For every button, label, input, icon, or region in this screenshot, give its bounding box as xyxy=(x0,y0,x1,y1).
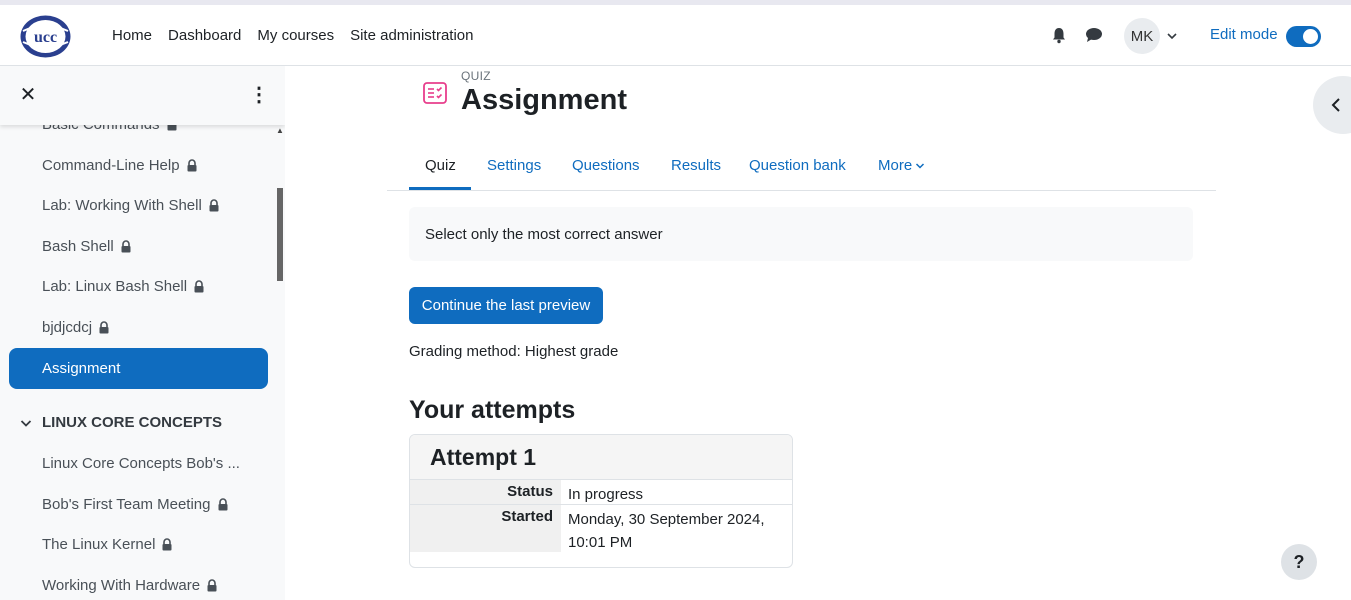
nav-site-administration[interactable]: Site administration xyxy=(350,27,473,44)
module-type-label: QUIZ xyxy=(461,69,491,83)
list-item[interactable]: Bash Shell xyxy=(42,238,132,255)
chevron-down-icon[interactable] xyxy=(1166,31,1178,41)
edit-mode-label: Edit mode xyxy=(1210,26,1278,43)
attempt-title: Attempt 1 xyxy=(430,444,537,470)
continue-preview-button[interactable]: Continue the last preview xyxy=(409,287,603,324)
top-navbar: ucc Home Dashboard My courses Site admin… xyxy=(0,0,1351,66)
drawer-header: ✕ ⋮ xyxy=(0,66,285,125)
table-row: Status In progress xyxy=(410,480,792,505)
lock-icon xyxy=(218,498,227,511)
lock-icon xyxy=(162,538,172,551)
attempts-heading: Your attempts xyxy=(409,396,576,424)
list-item-label: The Linux Kernel xyxy=(42,536,156,553)
list-item-label: Bash Shell xyxy=(42,238,114,255)
list-item-label: Lab: Linux Bash Shell xyxy=(42,278,188,295)
tab-settings[interactable]: Settings xyxy=(487,140,541,191)
tab-quiz[interactable]: Quiz xyxy=(425,140,456,191)
open-block-drawer-button[interactable] xyxy=(1313,76,1351,134)
help-button[interactable]: ? xyxy=(1281,544,1317,580)
site-logo[interactable]: ucc xyxy=(19,13,72,60)
nav-home[interactable]: Home xyxy=(112,27,152,44)
quiz-intro: Select only the most correct answer xyxy=(409,207,1193,261)
list-item-label: Bob's First Team Meeting xyxy=(42,496,211,513)
started-value: Monday, 30 September 2024, 10:01 PM xyxy=(568,511,765,551)
attempt-summary-card: Attempt 1 Status In progress Started Mon… xyxy=(409,434,793,568)
bell-icon[interactable] xyxy=(1050,26,1068,44)
tab-question-bank[interactable]: Question bank xyxy=(749,140,846,191)
started-label: Started xyxy=(410,505,561,552)
course-index-drawer: Basic Commands Command-Line Help Lab: Wo… xyxy=(0,66,285,600)
list-item-label: bjdjcdcj xyxy=(42,319,93,336)
tab-questions[interactable]: Questions xyxy=(572,140,640,191)
chat-icon[interactable] xyxy=(1084,26,1104,44)
nav-my-courses[interactable]: My courses xyxy=(257,27,334,44)
lock-icon xyxy=(99,321,109,334)
lock-icon xyxy=(121,240,131,253)
drawer-scrollbar[interactable] xyxy=(277,188,283,281)
attempt-card-header: Attempt 1 xyxy=(410,435,792,480)
list-item-active[interactable]: Assignment xyxy=(9,348,268,389)
tab-more-label: More xyxy=(878,157,913,174)
list-item-label: Command-Line Help xyxy=(42,157,180,174)
close-icon[interactable]: ✕ xyxy=(17,84,39,106)
tab-results[interactable]: Results xyxy=(671,140,721,191)
list-item[interactable]: Linux Core Concepts Bob's ... xyxy=(42,455,240,472)
list-item[interactable]: The Linux Kernel xyxy=(42,536,173,553)
lock-icon xyxy=(194,280,204,293)
page-title: Assignment xyxy=(461,84,627,116)
list-item-label: Lab: Working With Shell xyxy=(42,197,202,214)
quiz-icon xyxy=(423,82,447,104)
edit-mode-toggle[interactable] xyxy=(1286,26,1321,47)
list-item[interactable]: Working With Hardware xyxy=(42,577,218,594)
chevron-left-icon xyxy=(1331,98,1340,112)
secondary-nav: Quiz Settings Questions Results Question… xyxy=(387,140,1216,191)
chevron-down-icon[interactable] xyxy=(20,418,32,428)
tab-more[interactable]: More xyxy=(878,140,925,191)
section-header[interactable]: LINUX CORE CONCEPTS xyxy=(20,414,222,431)
list-item[interactable]: Bob's First Team Meeting xyxy=(42,496,229,513)
lock-icon xyxy=(207,579,217,592)
status-label: Status xyxy=(410,480,561,504)
status-value: In progress xyxy=(568,486,644,503)
list-item-label: Working With Hardware xyxy=(42,577,201,594)
scroll-up-arrow[interactable]: ▲ xyxy=(276,126,284,135)
table-row: Started Monday, 30 September 2024, 10:01… xyxy=(410,505,792,552)
grading-method: Grading method: Highest grade xyxy=(409,343,619,360)
lock-icon xyxy=(187,159,197,172)
lock-icon xyxy=(209,199,219,212)
section-title: LINUX CORE CONCEPTS xyxy=(42,414,223,431)
user-avatar[interactable]: MK xyxy=(1124,18,1160,54)
list-item-label: Linux Core Concepts Bob's ... xyxy=(42,455,240,472)
active-tab-indicator xyxy=(409,187,471,190)
list-item[interactable]: Lab: Working With Shell xyxy=(42,197,220,214)
primary-nav: Home Dashboard My courses Site administr… xyxy=(104,5,482,66)
list-item[interactable]: bjdjcdcj xyxy=(42,319,110,336)
nav-dashboard[interactable]: Dashboard xyxy=(168,27,241,44)
kebab-menu-icon[interactable]: ⋮ xyxy=(249,84,269,106)
list-item[interactable]: Lab: Linux Bash Shell xyxy=(42,278,205,295)
list-item[interactable]: Command-Line Help xyxy=(42,157,198,174)
chevron-down-icon xyxy=(916,162,925,169)
svg-text:ucc: ucc xyxy=(34,29,57,46)
